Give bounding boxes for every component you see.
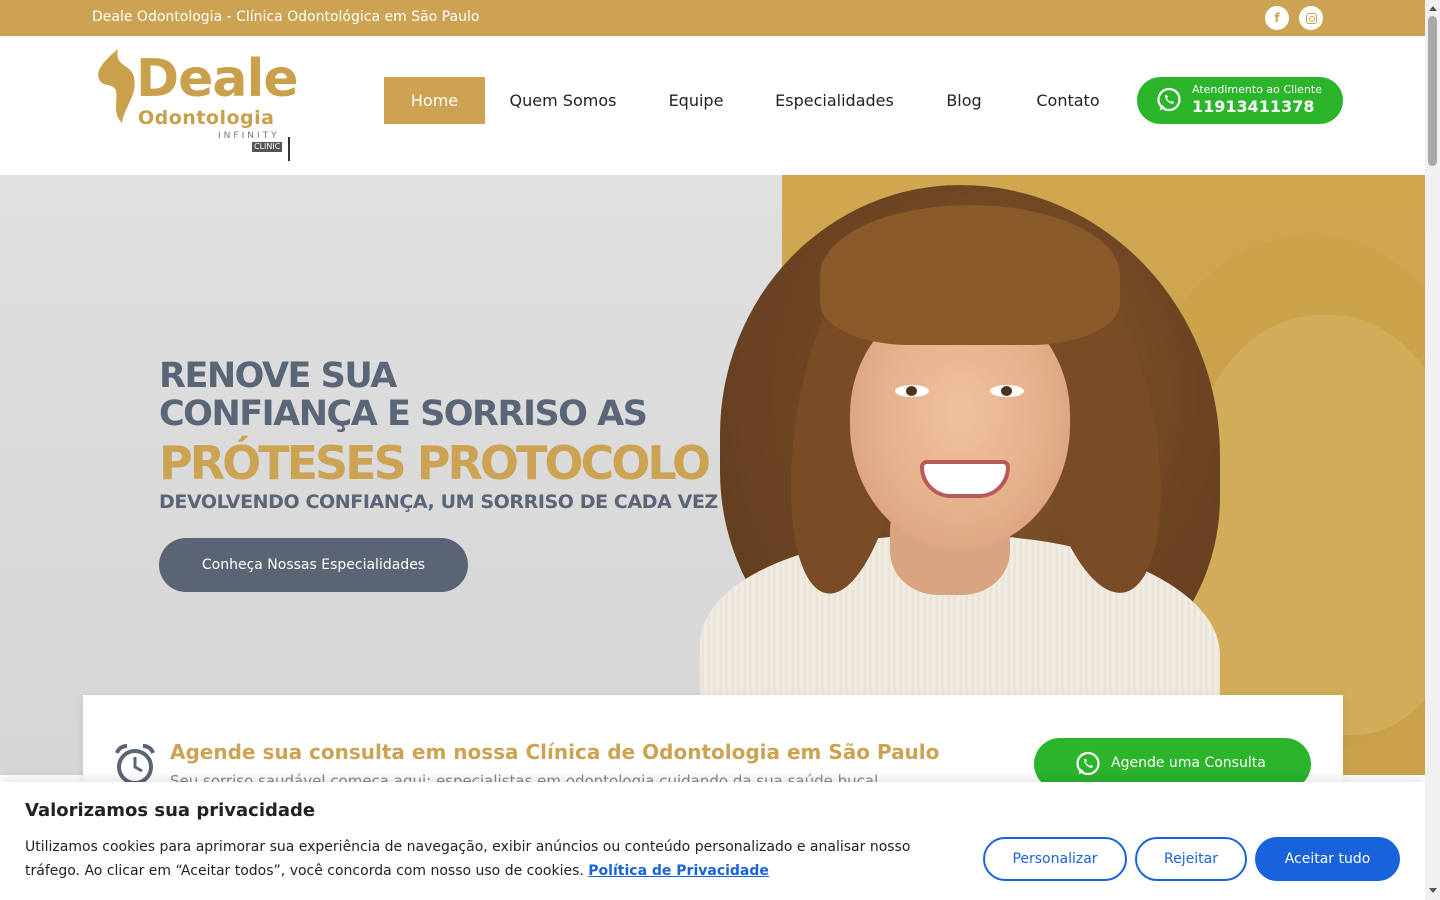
top-bar-text: Deale Odontologia - Clínica Odontológica…	[92, 9, 480, 25]
alarm-clock-icon	[115, 744, 155, 785]
customize-cookies-button[interactable]: Personalizar	[983, 837, 1127, 881]
cookie-text-line2-body: tráfego. Ao clicar em “Aceitar todos”, v…	[25, 863, 584, 879]
nav-contato[interactable]: Contato	[1024, 77, 1112, 124]
reject-cookies-button[interactable]: Rejeitar	[1135, 837, 1247, 881]
nav-quem-somos[interactable]: Quem Somos	[500, 77, 626, 124]
page-scrollbar[interactable]	[1425, 0, 1440, 900]
logo-mark-icon	[98, 49, 135, 123]
logo-subtitle: Odontologia	[138, 107, 275, 129]
specialties-button[interactable]: Conheça Nossas Especialidades	[159, 538, 468, 592]
nav-blog[interactable]: Blog	[934, 77, 994, 124]
whatsapp-header-button[interactable]: Atendimento ao Cliente 11913411378	[1137, 77, 1343, 124]
whatsapp-icon	[1076, 751, 1100, 776]
accept-cookies-button[interactable]: Aceitar tudo	[1255, 837, 1400, 881]
whatsapp-icon	[1157, 87, 1181, 112]
site-header: Deale Odontologia INFINITY CLINIC Home Q…	[0, 36, 1425, 175]
cookie-text-line1: Utilizamos cookies para aprimorar sua ex…	[25, 839, 911, 855]
logo-divider	[288, 137, 290, 161]
top-bar: Deale Odontologia - Clínica Odontológica…	[0, 0, 1425, 36]
logo[interactable]: Deale Odontologia INFINITY CLINIC	[92, 45, 299, 161]
cookie-banner: Valorizamos sua privacidade Utilizamos c…	[0, 782, 1425, 900]
book-appointment-label: Agende uma Consulta	[1111, 755, 1266, 771]
hero-tagline: DEVOLVENDO CONFIANÇA, UM SORRISO DE CADA…	[159, 491, 718, 513]
nav-home[interactable]: Home	[384, 77, 485, 124]
whatsapp-header-number: 11913411378	[1192, 97, 1315, 116]
scroll-down-arrow-icon[interactable]	[1429, 888, 1437, 893]
hero-heading-highlight: PRÓTESES PROTOCOLO	[159, 436, 711, 490]
privacy-policy-link[interactable]: Política de Privacidade	[588, 863, 769, 879]
facebook-glyph: f	[1274, 11, 1280, 25]
instagram-icon[interactable]	[1299, 6, 1323, 30]
logo-clinic: CLINIC	[252, 142, 283, 152]
hero-heading-line1: RENOVE SUA	[159, 356, 397, 396]
booking-title: Agende sua consulta em nossa Clínica de …	[170, 740, 940, 764]
cookie-title: Valorizamos sua privacidade	[25, 800, 316, 821]
hero-heading-line2: CONFIANÇA E SORRISO AS	[159, 394, 648, 434]
instagram-glyph	[1305, 12, 1317, 24]
hero-woman-photo	[700, 185, 1260, 775]
nav-especialidades[interactable]: Especialidades	[766, 77, 903, 124]
cookie-text-line2: tráfego. Ao clicar em “Aceitar todos”, v…	[25, 863, 769, 879]
scroll-thumb[interactable]	[1428, 16, 1437, 166]
whatsapp-header-caption: Atendimento ao Cliente	[1192, 83, 1322, 96]
facebook-icon[interactable]: f	[1265, 6, 1289, 30]
nav-equipe[interactable]: Equipe	[656, 77, 736, 124]
scroll-up-arrow-icon[interactable]	[1429, 6, 1437, 11]
logo-word: Deale	[136, 49, 299, 109]
logo-infinity: INFINITY	[218, 131, 280, 141]
